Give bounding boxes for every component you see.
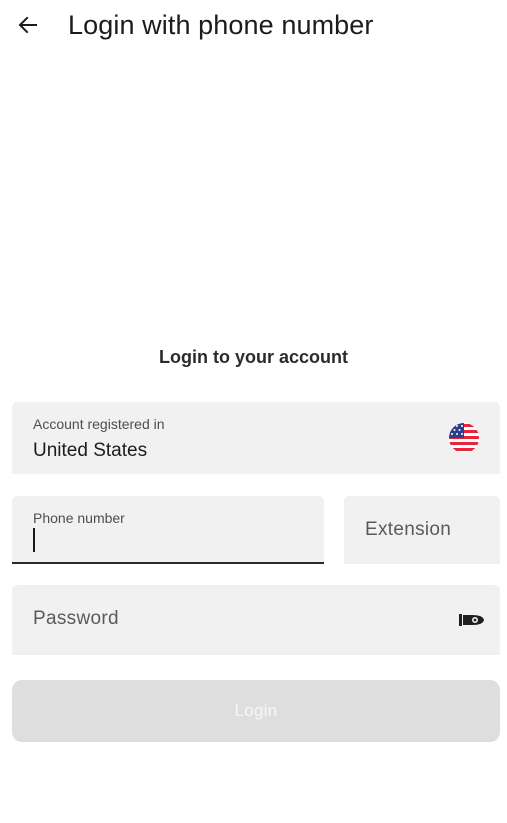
arrow-left-icon (18, 16, 37, 34)
phone-number-field[interactable]: Phone number (12, 496, 324, 564)
region-label: Account registered in (33, 416, 165, 432)
text-caret (33, 528, 35, 552)
login-button[interactable]: Login (12, 680, 500, 742)
back-button[interactable] (12, 9, 44, 41)
us-flag-icon (449, 423, 479, 453)
phone-number-label: Phone number (33, 510, 125, 526)
app-bar: Login with phone number (0, 0, 507, 52)
extension-placeholder: Extension (365, 519, 452, 540)
page-title: Login with phone number (68, 10, 374, 40)
extension-field[interactable]: Extension (344, 496, 500, 564)
visibility-toggle-icon (459, 614, 484, 626)
password-visibility-toggle[interactable] (458, 610, 486, 630)
password-placeholder: Password (33, 608, 119, 629)
password-field[interactable]: Password (12, 585, 500, 655)
region-value: United States (33, 440, 148, 461)
login-screen: Login with phone number Login to your ac… (0, 0, 507, 823)
region-selector[interactable]: Account registered in United States (12, 402, 500, 474)
section-title: Login to your account (159, 347, 348, 367)
